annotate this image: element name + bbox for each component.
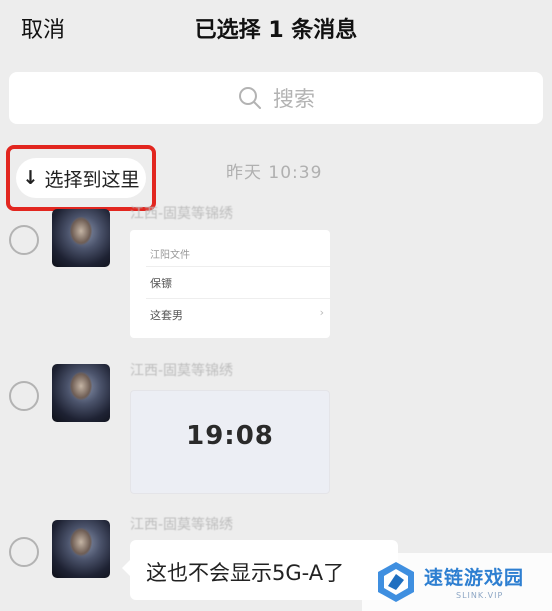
search-placeholder: 搜索 (273, 87, 315, 111)
page-title: 已选择 1 条消息 (194, 18, 358, 43)
watermark-subtitle: SLINK.VIP (456, 591, 504, 600)
sender-name: 江西-固莫等锦绣 (130, 206, 234, 222)
image-message[interactable]: 19:08 (130, 390, 330, 494)
select-here-highlight: ↓ 选择到这里 (6, 145, 156, 211)
message-select-radio[interactable] (9, 537, 39, 567)
avatar[interactable] (52, 209, 110, 267)
divider (146, 266, 330, 267)
sender-name: 江西-固莫等锦绣 (130, 363, 234, 379)
avatar[interactable] (52, 364, 110, 422)
message-text: 这也不会显示5G-A了 (146, 561, 345, 585)
select-to-here-button[interactable]: ↓ 选择到这里 (16, 158, 146, 198)
search-bar[interactable]: 搜索 (9, 72, 543, 124)
chevron-right-icon: › (319, 306, 324, 319)
message-select-radio[interactable] (9, 225, 39, 255)
card-row: 保镖 (150, 277, 172, 290)
arrow-down-icon: ↓ (22, 167, 39, 189)
select-to-here-label: 选择到这里 (44, 168, 140, 191)
card-row: 这套男 (150, 309, 183, 322)
timestamp: 昨天 10:39 (226, 163, 323, 183)
top-bar: 取消 已选择 1 条消息 (0, 0, 552, 60)
text-message-bubble[interactable]: 这也不会显示5G-A了 (122, 540, 398, 600)
avatar[interactable] (52, 520, 110, 578)
sender-name: 江西-固莫等锦绣 (130, 517, 234, 533)
watermark: 速链游戏园 SLINK.VIP (362, 553, 552, 611)
message-select-radio[interactable] (9, 381, 39, 411)
watermark-title: 速链游戏园 (424, 567, 525, 589)
search-icon (239, 87, 261, 109)
card-title: 江阳文件 (150, 250, 190, 261)
divider (146, 298, 330, 299)
image-clock-text: 19:08 (186, 421, 274, 451)
message-card[interactable]: 江阳文件 保镖 这套男 › (130, 230, 330, 338)
logo-icon (378, 562, 414, 602)
